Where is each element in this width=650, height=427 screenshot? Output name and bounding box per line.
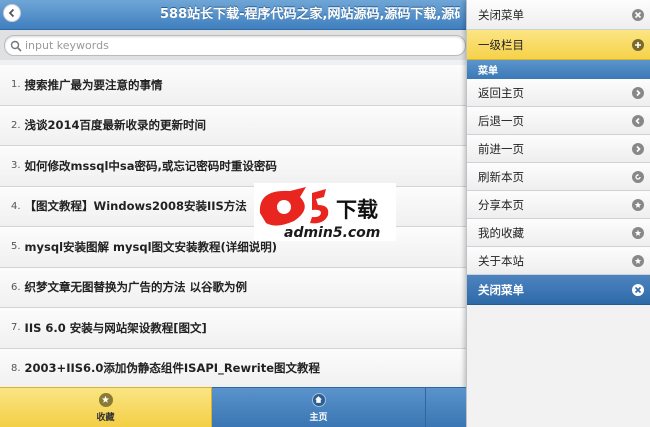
search-bar xyxy=(0,30,470,60)
list-item-title: 如何修改mssql中sa密码,或忘记密码时重设密码 xyxy=(24,158,277,173)
menu-item-label: 后退一页 xyxy=(478,113,524,128)
list-item[interactable]: 3. 如何修改mssql中sa密码,或忘记密码时重设密码 xyxy=(0,146,466,187)
menu-item-refresh[interactable]: 刷新本页 xyxy=(467,163,650,191)
menu-item-forward[interactable]: 前进一页 xyxy=(467,135,650,163)
arrow-right-icon xyxy=(632,87,644,99)
menu-item-label: 前进一页 xyxy=(478,141,524,156)
close-menu-label: 关闭菜单 xyxy=(478,7,524,22)
menu-section-header: 菜单 xyxy=(467,60,650,79)
list-item-title: mysql安装图解 mysql图文安装教程(详细说明) xyxy=(24,239,278,254)
list-item[interactable]: 2. 浅谈2014百度最新收录的更新时间 xyxy=(0,105,466,146)
list-item[interactable]: 4. 【图文教程】Windows2008安装IIS方法 xyxy=(0,186,466,227)
logo-site: admin5.com xyxy=(284,225,380,241)
menu-item-favorites[interactable]: 我的收藏 xyxy=(467,219,650,247)
list-item-number: 8. xyxy=(11,362,21,374)
arrow-left-icon xyxy=(632,115,644,127)
list-item-title: 织梦文章无图替换为广告的方法 以谷歌为例 xyxy=(24,280,248,295)
star-icon xyxy=(632,227,644,239)
category-item[interactable]: 一级栏目 xyxy=(467,30,650,60)
logo-brand-cn: 下载 xyxy=(336,198,378,222)
nav-home-button[interactable]: 主页 xyxy=(212,387,425,427)
close-icon xyxy=(632,284,644,296)
menu-item-home[interactable]: 返回主页 xyxy=(467,79,650,107)
close-icon xyxy=(632,9,644,21)
list-item-number: 1. xyxy=(11,79,21,91)
close-menu-top[interactable]: 关闭菜单 xyxy=(467,0,650,30)
list-item[interactable]: 5. mysql安装图解 mysql图文安装教程(详细说明) xyxy=(0,227,466,268)
list-item-title: 浅谈2014百度最新收录的更新时间 xyxy=(24,118,207,133)
list-item-number: 5. xyxy=(11,241,21,253)
list-item-number: 6. xyxy=(11,281,21,293)
side-menu-panel: 关闭菜单 一级栏目 菜单 返回主页 后退一页 前进一页 刷新本页 分享本页 我的… xyxy=(466,0,650,427)
nav-home-label: 主页 xyxy=(309,412,328,423)
category-label: 一级栏目 xyxy=(478,37,524,52)
home-icon xyxy=(311,392,326,407)
list-item-number: 7. xyxy=(11,322,21,334)
list-item[interactable]: 1. 搜索推广最为要注意的事情 xyxy=(0,65,466,106)
list-item[interactable]: 6. 织梦文章无图替换为广告的方法 以谷歌为例 xyxy=(0,267,466,308)
list-item-title: 【图文教程】Windows2008安装IIS方法 xyxy=(24,199,247,214)
star-icon xyxy=(632,255,644,267)
back-button[interactable] xyxy=(3,4,21,22)
list-item-number: 2. xyxy=(11,119,21,131)
list-item[interactable]: 7. IIS 6.0 安装与网站架设教程[图文] xyxy=(0,308,466,349)
menu-item-about[interactable]: 关于本站 xyxy=(467,247,650,275)
list-item-number: 3. xyxy=(11,160,21,172)
list-item-title: IIS 6.0 安装与网站架设教程[图文] xyxy=(24,320,207,335)
menu-item-share[interactable]: 分享本页 xyxy=(467,191,650,219)
arrow-left-icon xyxy=(8,8,15,18)
menu-item-back[interactable]: 后退一页 xyxy=(467,107,650,135)
refresh-icon xyxy=(632,171,644,183)
menu-item-label: 刷新本页 xyxy=(478,169,524,184)
list-item-title: 搜索推广最为要注意的事情 xyxy=(24,77,163,92)
search-icon xyxy=(10,40,22,52)
article-list: 1. 搜索推广最为要注意的事情 2. 浅谈2014百度最新收录的更新时间 3. 如何修… xyxy=(0,65,466,389)
plus-icon xyxy=(632,39,644,51)
menu-item-label: 分享本页 xyxy=(478,197,524,212)
menu-item-label: 关于本站 xyxy=(478,253,524,268)
star-icon xyxy=(98,392,113,407)
nav-favorites-button[interactable]: 收藏 xyxy=(0,387,212,427)
nav-more-button[interactable] xyxy=(425,387,466,427)
list-item-number: 4. xyxy=(11,200,21,212)
star-icon xyxy=(632,199,644,211)
menu-item-label: 返回主页 xyxy=(478,85,524,100)
close-menu-label: 关闭菜单 xyxy=(478,282,524,297)
menu-item-label: 我的收藏 xyxy=(478,225,524,240)
search-input[interactable] xyxy=(25,37,455,54)
nav-favorites-label: 收藏 xyxy=(96,412,115,423)
arrow-right-icon xyxy=(632,143,644,155)
page-title: 588站长下载-程序代码之家,网站源码,源码下载,源码... xyxy=(160,7,460,22)
admin5-logo-watermark: 下载 admin5.com xyxy=(254,183,396,241)
search-box xyxy=(4,35,466,56)
bottom-nav: 收藏 主页 xyxy=(0,387,466,427)
list-item[interactable]: 8. 2003+IIS6.0添加伪静态组件ISAPI_Rewrite图文教程 xyxy=(0,348,466,389)
close-menu-bottom[interactable]: 关闭菜单 xyxy=(467,275,650,305)
list-item-title: 2003+IIS6.0添加伪静态组件ISAPI_Rewrite图文教程 xyxy=(24,361,321,376)
menu-section-label: 菜单 xyxy=(478,66,498,77)
